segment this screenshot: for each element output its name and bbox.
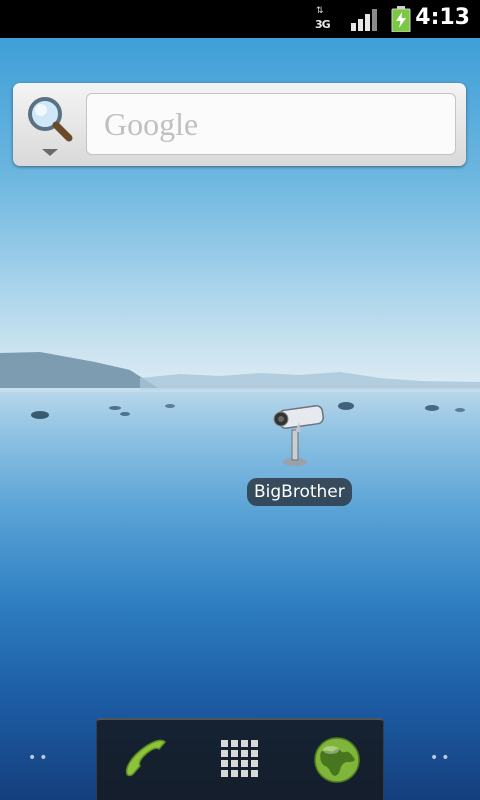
app-shortcut-bigbrother[interactable]: BigBrother	[240, 398, 360, 510]
network-indicator: ⇅ 3G	[314, 6, 336, 32]
search-placeholder: Google	[104, 106, 199, 142]
signal-icon	[351, 9, 377, 31]
phone-button[interactable]	[119, 734, 171, 786]
app-label: BigBrother	[247, 478, 352, 506]
status-bar[interactable]: ⇅ 3G 4:13	[0, 0, 480, 38]
globe-icon	[314, 737, 360, 783]
page-indicator-right[interactable]: ••	[430, 750, 453, 766]
magnifier-icon	[28, 97, 73, 156]
clock: 4:13	[415, 5, 470, 30]
battery-charging-icon	[391, 6, 411, 32]
data-activity-icon: ⇅	[316, 6, 323, 16]
app-grid-icon	[221, 740, 258, 777]
network-type-label: 3G	[315, 18, 331, 31]
browser-button[interactable]	[311, 734, 363, 786]
search-engine-selector[interactable]	[21, 91, 83, 157]
chevron-down-icon	[42, 149, 58, 156]
dock	[96, 718, 384, 800]
all-apps-button[interactable]	[215, 734, 267, 786]
search-input[interactable]: Google	[86, 93, 456, 155]
google-search-widget: Google	[13, 83, 466, 166]
page-indicator-left[interactable]: ••	[28, 750, 51, 766]
phone-icon	[125, 739, 167, 777]
security-camera-icon	[273, 405, 325, 466]
